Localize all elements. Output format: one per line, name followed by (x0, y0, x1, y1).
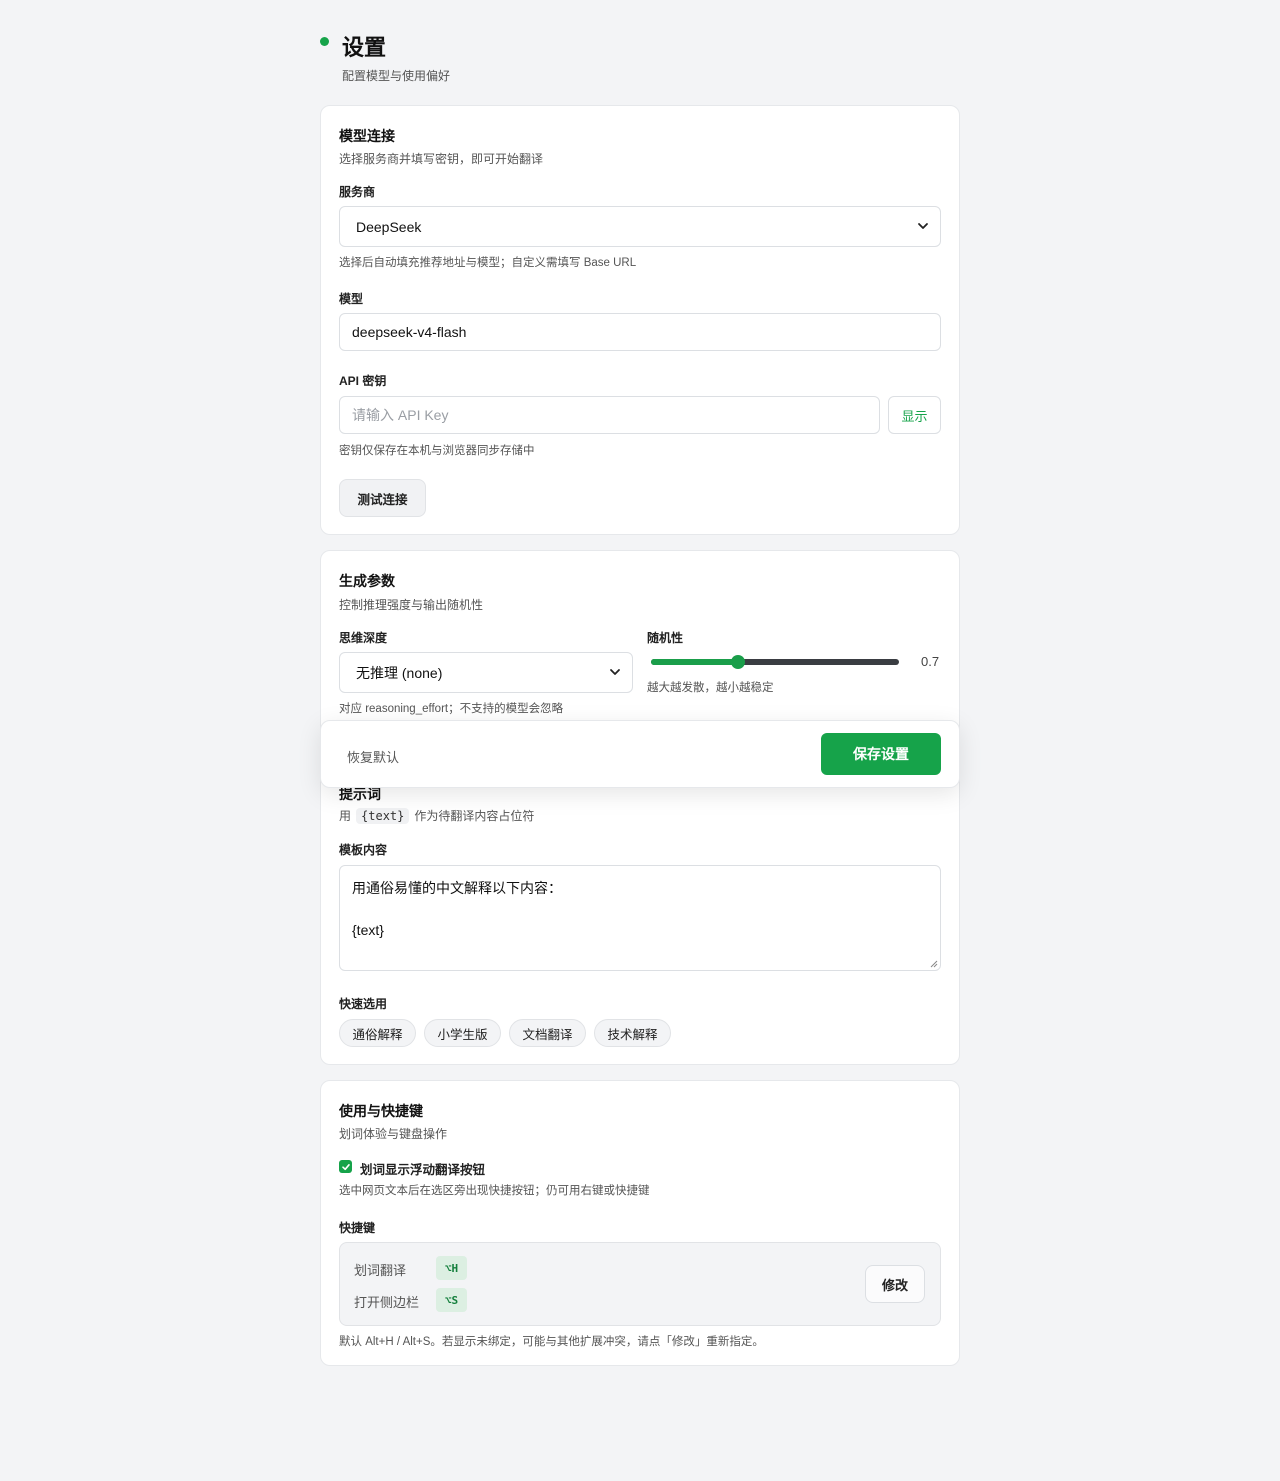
card-desc: 选择服务商并填写密钥，即可开始翻译 (339, 152, 544, 166)
show-key-button[interactable]: 显示 (888, 396, 941, 434)
page-subtitle: 配置模型与使用偏好 (342, 69, 451, 83)
placeholder-code: {text} (356, 807, 410, 824)
usage-card: 使用与快捷键 划词体验与键盘操作 划词显示浮动翻译按钮 选中网页文本后在选区旁出… (320, 1080, 960, 1366)
random-label: 随机性 (647, 631, 684, 645)
desc-prefix: 用 (339, 809, 352, 823)
settings-page: 设置 配置模型与使用偏好 模型连接 选择服务商并填写密钥，即可开始翻译 服务商 … (320, 0, 960, 1366)
provider-select[interactable]: DeepSeek (339, 206, 941, 247)
card-desc: 用 {text} 作为待翻译内容占位符 (339, 807, 534, 824)
card-desc: 控制推理强度与输出随机性 (339, 598, 484, 612)
model-input[interactable]: deepseek-v4-flash (339, 313, 941, 351)
quick-chip[interactable]: 技术解释 (594, 1019, 671, 1047)
model-value: deepseek-v4-flash (352, 324, 467, 340)
depth-value: 无推理 (none) (356, 664, 443, 681)
model-connection-card: 模型连接 选择服务商并填写密钥，即可开始翻译 服务商 DeepSeek 选择后自… (320, 105, 960, 535)
template-line: {text} (352, 922, 384, 938)
shortcut-panel: 划词翻译 ⌥H 打开侧边栏 ⌥S 修改 (339, 1242, 941, 1326)
save-bar: 恢复默认 保存设置 (320, 720, 960, 788)
api-key-placeholder: 请输入 API Key (352, 407, 449, 423)
floating-button-checkbox[interactable] (339, 1160, 352, 1173)
template-line: 用通俗易懂的中文解释以下内容： (352, 880, 562, 896)
prompt-card: 提示词 用 {text} 作为待翻译内容占位符 模板内容 用通俗易懂的中文解释以… (320, 765, 960, 1065)
floating-hint: 选中网页文本后在选区旁出现快捷按钮；仍可用右键或快捷键 (339, 1185, 650, 1197)
resize-grip-icon[interactable] (930, 960, 938, 968)
chevron-down-icon (610, 669, 620, 675)
edit-shortcut-button[interactable]: 修改 (865, 1265, 925, 1303)
floating-button-label[interactable]: 划词显示浮动翻译按钮 (360, 1159, 485, 1178)
shortcut-label: 快捷键 (339, 1221, 376, 1235)
provider-label: 服务商 (339, 185, 376, 199)
test-connection-button[interactable]: 测试连接 (339, 479, 426, 517)
shortcut-name: 划词翻译 (354, 1263, 407, 1278)
status-dot (320, 37, 329, 46)
quick-chip[interactable]: 通俗解释 (339, 1019, 416, 1047)
provider-value: DeepSeek (356, 218, 422, 235)
page-header: 设置 配置模型与使用偏好 (320, 0, 960, 105)
save-settings-button[interactable]: 保存设置 (821, 733, 941, 775)
shortcut-key: ⌥H (436, 1256, 467, 1280)
depth-hint: 对应 reasoning_effort；不支持的模型会忽略 (339, 703, 564, 715)
quick-chip[interactable]: 小学生版 (424, 1019, 501, 1047)
provider-hint: 选择后自动填充推荐地址与模型；自定义需填写 Base URL (339, 257, 637, 269)
quick-chip[interactable]: 文档翻译 (509, 1019, 586, 1047)
card-title: 模型连接 (339, 128, 395, 144)
shortcut-name: 打开侧边栏 (354, 1295, 420, 1310)
random-hint: 越大越发散，越小越稳定 (647, 682, 774, 694)
randomness-slider[interactable] (651, 655, 899, 669)
depth-select[interactable]: 无推理 (none) (339, 652, 633, 693)
card-title: 生成参数 (339, 573, 395, 589)
shortcut-key: ⌥S (436, 1288, 467, 1312)
check-icon (341, 1163, 350, 1170)
api-key-label: API 密钥 (339, 374, 387, 388)
model-label: 模型 (339, 292, 364, 306)
card-title: 使用与快捷键 (339, 1103, 423, 1119)
api-key-hint: 密钥仅保存在本机与浏览器同步存储中 (339, 445, 535, 457)
api-key-input[interactable]: 请输入 API Key (339, 396, 880, 434)
chevron-down-icon (918, 223, 928, 229)
shortcut-hint: 默认 Alt+H / Alt+S。若显示未绑定，可能与其他扩展冲突，请点「修改」… (339, 1336, 764, 1348)
reset-default-button[interactable]: 恢复默认 (347, 747, 399, 766)
slider-fill (651, 659, 738, 665)
card-desc: 划词体验与键盘操作 (339, 1127, 448, 1141)
desc-suffix: 作为待翻译内容占位符 (414, 809, 535, 823)
depth-label: 思维深度 (339, 631, 388, 645)
page-title: 设置 (342, 35, 387, 60)
random-value: 0.7 (921, 654, 940, 669)
template-textarea[interactable]: 用通俗易懂的中文解释以下内容： {text} (339, 865, 941, 971)
slider-thumb[interactable] (730, 655, 745, 669)
template-label: 模板内容 (339, 843, 388, 857)
quick-label: 快速选用 (339, 997, 388, 1011)
